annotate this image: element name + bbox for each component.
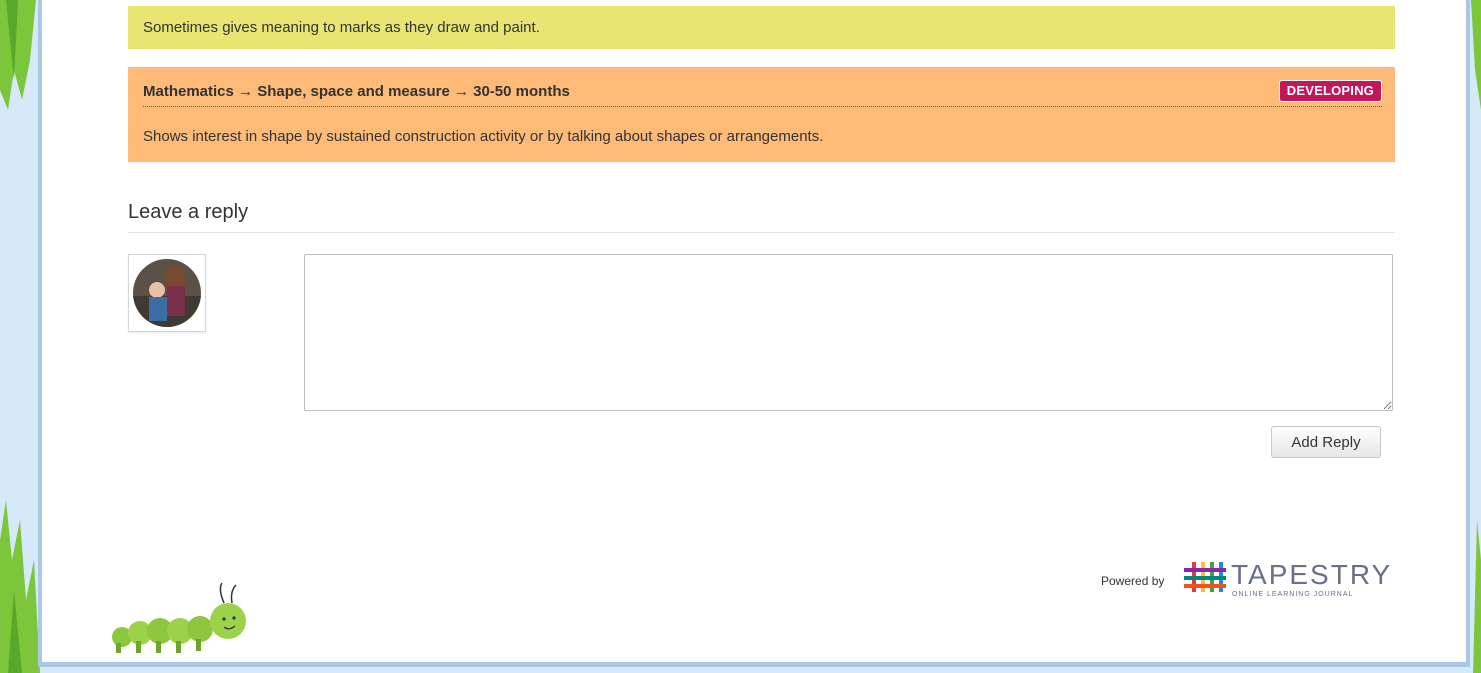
powered-by-label: Powered by xyxy=(1101,574,1165,588)
tapestry-brand: TAPESTRY xyxy=(1231,559,1393,590)
status-badge: DEVELOPING xyxy=(1278,80,1382,102)
heading-divider xyxy=(143,106,1382,107)
user-photo-icon xyxy=(133,259,201,327)
observation-text: Sometimes gives meaning to marks as they… xyxy=(143,19,540,36)
reply-divider xyxy=(128,232,1395,233)
tapestry-tagline: ONLINE LEARNING JOURNAL xyxy=(1232,591,1354,598)
observation-text: Shows interest in shape by sustained con… xyxy=(143,128,824,145)
caterpillar-icon xyxy=(112,582,246,653)
page: Sometimes gives meaning to marks as they… xyxy=(0,0,1481,673)
add-reply-button[interactable]: Add Reply xyxy=(1271,426,1381,458)
leave-reply-title: Leave a reply xyxy=(128,201,249,223)
tapestry-logo-icon xyxy=(1184,562,1226,592)
reply-textarea[interactable] xyxy=(304,254,1393,411)
observation-heading: Mathematics → Shape, space and measure →… xyxy=(143,83,570,100)
observation-card-expressive-arts: Sometimes gives meaning to marks as they… xyxy=(128,6,1395,49)
observation-card-mathematics: Mathematics → Shape, space and measure →… xyxy=(128,67,1395,162)
content-panel: Sometimes gives meaning to marks as they… xyxy=(38,0,1470,667)
grass-decoration-left xyxy=(0,0,42,673)
avatar xyxy=(128,254,206,332)
